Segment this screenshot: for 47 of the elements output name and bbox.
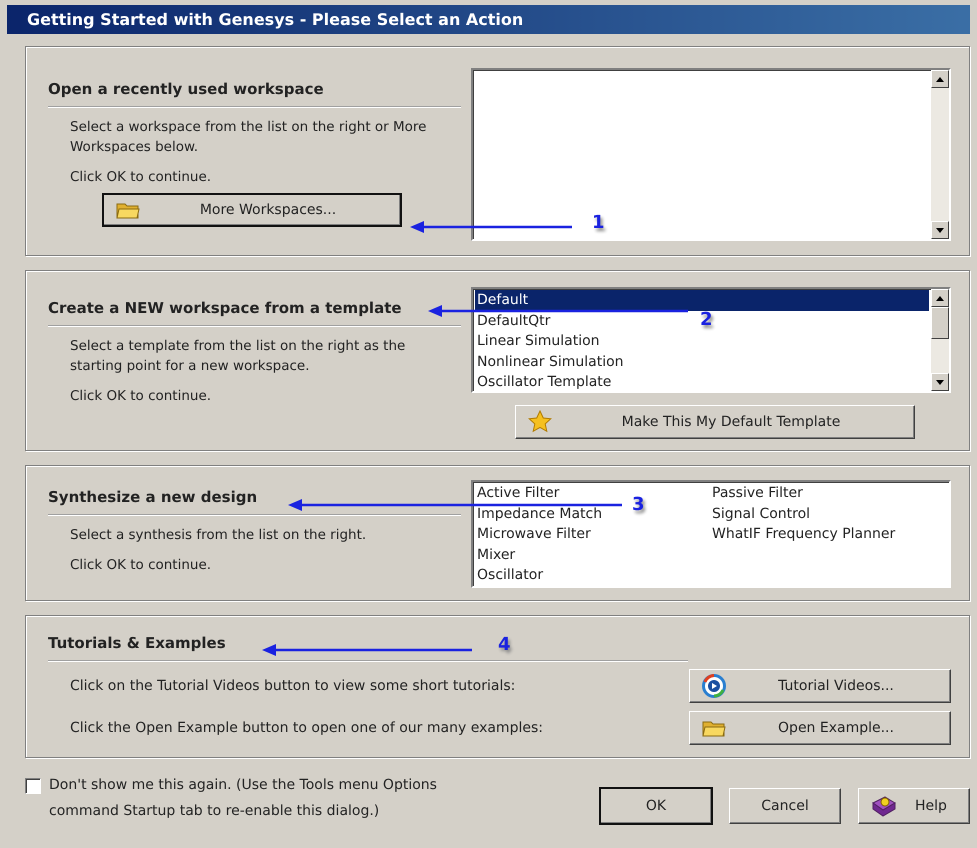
list-item[interactable]: Passive Filter [710,483,803,504]
scroll-up-icon[interactable] [936,76,944,82]
play-circle-icon [702,674,726,698]
list-item[interactable]: Impedance Match [475,504,602,524]
list-item[interactable]: Mixer [475,544,516,565]
scroll-down-icon[interactable] [936,380,944,384]
tutorial-videos-button[interactable]: Tutorial Videos... [689,669,951,703]
section-heading: Synthesize a new design [48,488,461,515]
list-item[interactable]: DefaultQtr [475,310,550,331]
instruction-text: Select a template from the list on the right as the starting point for a new workspace. [70,337,406,376]
checkbox[interactable] [25,778,41,794]
instruction-text: Click OK to continue. [70,168,212,187]
list-item[interactable]: Signal Control [710,504,810,524]
list-item[interactable]: Microwave Filter [475,524,591,544]
instruction-text: Click on the Tutorial Videos button to view some short tutorials: [70,678,516,694]
window-title: Getting Started with Genesys - Please Select an Action [7,5,970,34]
callout-number: 1 [592,212,605,233]
instruction-text: Select a synthesis from the list on the right. [70,526,368,545]
list-item[interactable]: Linear Simulation [475,331,600,352]
more-workspaces-button[interactable]: More Workspaces... [103,194,401,226]
help-book-icon [871,795,897,817]
list-item[interactable]: Oscillator Template [475,372,612,392]
instruction-text: Click the Open Example button to open one of our many examples: [70,720,543,736]
scroll-up-icon[interactable] [936,296,944,300]
star-icon [528,410,552,434]
instruction-text: Click OK to continue. [70,556,212,575]
workspace-list[interactable] [471,68,951,241]
callout-number: 2 [700,309,713,330]
scroll-thumb[interactable] [931,307,949,339]
section-heading: Open a recently used workspace [48,80,461,107]
default-template-button[interactable]: Make This My Default Template [515,405,915,439]
cancel-button[interactable]: Cancel [729,788,841,824]
scroll-down-icon[interactable] [936,228,944,232]
instruction-text: Select a workspace from the list on the right or More Workspaces below. [70,118,428,157]
open-example-button[interactable]: Open Example... [689,711,951,745]
list-item[interactable]: WhatIF Frequency Planner [710,524,896,544]
list-item[interactable]: Active Filter [475,483,560,504]
checkbox-label: Don't show me this again. (Use the Tools menu Options command Startup tab to re-enable this dialog.) [49,776,438,821]
callout-number: 4 [498,634,511,655]
list-item[interactable]: Oscillator [475,565,544,586]
help-button[interactable]: Help [858,788,970,824]
list-item[interactable]: Nonlinear Simulation [475,352,624,372]
callout-number: 3 [632,494,645,515]
section-heading: Create a NEW workspace from a template [48,299,461,326]
list-item[interactable]: Default [475,290,929,310]
instruction-text: Click OK to continue. [70,387,212,406]
ok-button[interactable]: OK [600,788,712,824]
